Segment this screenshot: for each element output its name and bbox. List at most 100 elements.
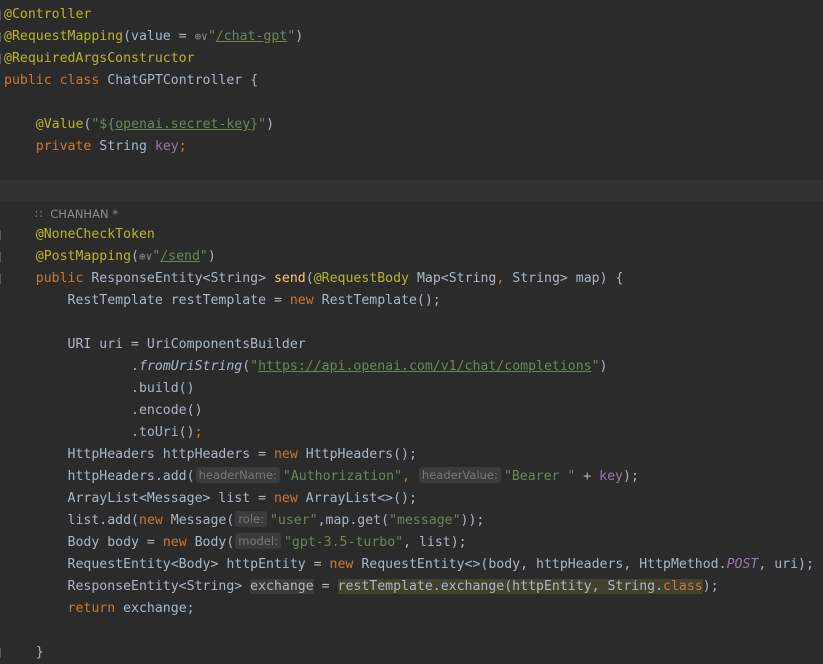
code-text: Message(: [170, 513, 235, 528]
annotation: @RequiredArgsConstructor: [4, 51, 195, 66]
semicolon: ;: [178, 139, 187, 154]
code-line-27[interactable]: return exchange;: [4, 598, 195, 620]
current-line-highlight: [0, 180, 823, 202]
annotation: @RequestMapping: [4, 29, 124, 44]
annotation: @Controller: [4, 7, 92, 22]
keyword: return: [67, 601, 116, 616]
semicolon: ;: [194, 425, 203, 440]
return-type: ResponseEntity<String>: [91, 271, 267, 286]
enum-constant: POST: [726, 557, 759, 572]
code-text: httpHeaders.add(: [67, 469, 195, 484]
code-line-15[interactable]: URI uri = UriComponentsBuilder: [4, 334, 306, 356]
code-line-25[interactable]: RequestEntity<Body> httpEntity = new Req…: [4, 554, 814, 576]
code-line-12[interactable]: public ResponseEntity<String> send(@Requ…: [4, 268, 624, 290]
code-text: list.add(: [67, 513, 139, 528]
keyword: new: [329, 557, 354, 572]
keyword: private: [35, 139, 92, 154]
field-name: key: [599, 469, 623, 484]
string-quote: ": [207, 29, 216, 44]
code-text: ): [295, 29, 304, 44]
keyword: public: [35, 271, 84, 286]
user-icon: ∷: [35, 207, 43, 221]
param-type: Map<String: [416, 271, 497, 286]
keyword: new: [162, 535, 187, 550]
code-line-1[interactable]: @Controller: [4, 4, 91, 26]
string-literal: }": [250, 117, 267, 132]
code-text: URI uri = UriComponentsBuilder: [67, 337, 306, 352]
url-path-link[interactable]: /chat-gpt: [216, 29, 287, 44]
string-literal: "message": [389, 513, 461, 528]
code-text: ,map.get(: [317, 513, 390, 528]
keyword: class: [663, 579, 703, 594]
code-text: );: [623, 469, 639, 484]
code-line-3[interactable]: @RequiredArgsConstructor: [4, 48, 195, 70]
code-line-22[interactable]: ArrayList<Message> list = new ArrayList<…: [4, 488, 417, 510]
parameter-hint: role:: [235, 511, 267, 527]
code-line-13[interactable]: RestTemplate restTemplate = new RestTemp…: [4, 290, 441, 312]
code-text: ): [266, 117, 275, 132]
globe-icon[interactable]: ⊕∨: [139, 246, 152, 268]
code-line-7[interactable]: private String key;: [4, 136, 187, 158]
annotation: @RequestBody: [313, 271, 409, 286]
code-line-16[interactable]: .fromUriString("https://api.openai.com/v…: [4, 356, 608, 378]
code-line-18[interactable]: .encode(): [4, 400, 203, 422]
code-line-4[interactable]: public class ChatGPTController {: [4, 70, 258, 92]
code-line-6[interactable]: @Value("${openai.secret-key}"): [4, 114, 274, 136]
code-line-2[interactable]: @RequestMapping(value = ⊕∨"/chat-gpt"): [4, 26, 303, 48]
brace: {: [615, 271, 624, 286]
comma: ,: [496, 271, 505, 286]
url-link[interactable]: https://api.openai.com/v1/chat/completio…: [258, 359, 591, 374]
code-line-10[interactable]: @NoneCheckToken: [4, 224, 155, 246]
type-name: String: [99, 139, 147, 154]
code-text: ));: [460, 513, 485, 528]
property-key-link[interactable]: openai.secret-key: [115, 117, 250, 132]
expression-highlight: restTemplate.exchange(httpEntity, String…: [337, 579, 703, 594]
brace: }: [35, 645, 44, 660]
author-name: CHANHAN *: [50, 207, 118, 221]
string-literal: "Bearer ": [503, 469, 576, 484]
code-text: );: [702, 579, 719, 594]
code-text: RequestEntity<Body> httpEntity =: [67, 557, 330, 572]
code-line-21[interactable]: httpHeaders.add(headerName: "Authorizatio…: [4, 466, 639, 488]
code-text: ): [599, 359, 608, 374]
class-name: ChatGPTController: [107, 73, 243, 88]
code-text: .encode(): [131, 403, 203, 418]
code-text: ArrayList<Message> list =: [67, 491, 274, 506]
code-line-29[interactable]: }: [4, 642, 44, 664]
author-inlay[interactable]: ∷ CHANHAN *: [35, 203, 118, 225]
code-text: (value =: [123, 29, 195, 44]
code-line-20[interactable]: HttpHeaders httpHeaders = new HttpHeader…: [4, 444, 417, 466]
keyword: new: [289, 293, 314, 308]
annotation: @Value: [35, 117, 84, 132]
string-literal: "user": [269, 513, 318, 528]
string-quote: ": [287, 29, 296, 44]
code-line-11[interactable]: @PostMapping(⊕∨"/send"): [4, 246, 216, 268]
keyword: new: [273, 491, 298, 506]
code-text: Body(: [194, 535, 235, 550]
code-text: , list);: [403, 535, 467, 550]
string-quote: ": [152, 249, 161, 264]
code-line-26[interactable]: ResponseEntity<String> exchange = restTe…: [4, 576, 719, 598]
code-text: +: [575, 469, 600, 484]
code-editor[interactable]: @Controller @RequestMapping(value = ⊕∨"/…: [0, 0, 823, 663]
keyword: public: [4, 73, 52, 88]
code-text: ): [207, 249, 216, 264]
code-text: (: [305, 271, 314, 286]
code-text: =: [313, 579, 338, 594]
code-line-24[interactable]: Body body = new Body(model: "gpt-3.5-turb…: [4, 532, 467, 554]
field-name: key: [154, 139, 179, 154]
globe-icon[interactable]: ⊕∨: [195, 26, 208, 48]
annotation: @NoneCheckToken: [35, 227, 155, 242]
code-text: .toUri(): [131, 425, 195, 440]
url-path-link[interactable]: /send: [160, 249, 200, 264]
code-line-23[interactable]: list.add(new Message(role: "user",map.get…: [4, 510, 484, 532]
keyword: new: [139, 513, 163, 528]
code-text: RequestEntity<>(body, httpHeaders, HttpM…: [361, 557, 727, 572]
code-line-17[interactable]: .build(): [4, 378, 195, 400]
code-text: RestTemplate restTemplate =: [67, 293, 290, 308]
code-line-19[interactable]: .toUri();: [4, 422, 203, 444]
code-text: (: [242, 359, 251, 374]
method-name: send: [273, 271, 306, 286]
string-literal: "gpt-3.5-turbo": [283, 535, 404, 550]
annotation: @PostMapping: [35, 249, 132, 264]
